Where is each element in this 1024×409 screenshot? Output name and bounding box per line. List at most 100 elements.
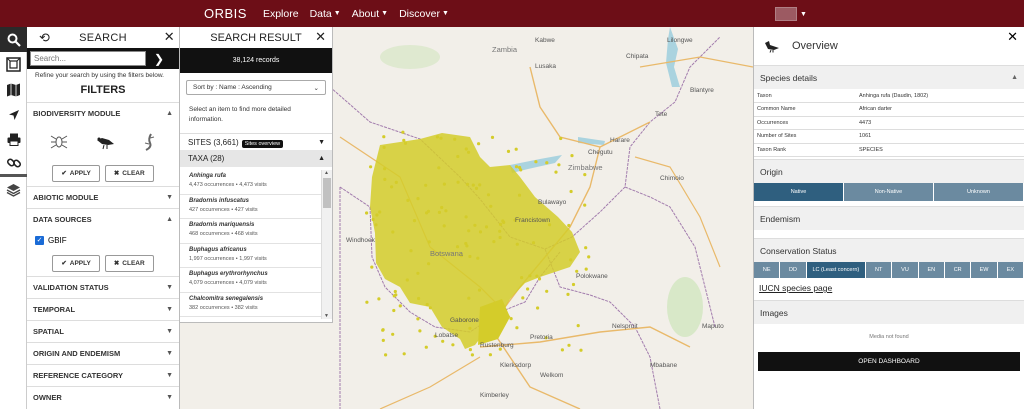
taxa-item[interactable]: Bradornis mariquensis 468 occurrences • 4… [180,219,321,244]
gbif-checkbox-row[interactable]: ✓ GBIF [27,230,179,250]
status-en[interactable]: EN [918,262,945,278]
status-ne[interactable]: NE [754,262,781,278]
sites-overview-badge[interactable]: Sites overview [241,139,284,148]
scroll-down-icon[interactable]: ▼ [324,313,329,319]
road [379,356,481,409]
section-owner[interactable]: OWNER ▼ [27,386,179,408]
apply-button[interactable]: ✔ APPLY [52,164,100,182]
map-tool-button[interactable] [0,77,27,102]
layers-icon [6,183,21,197]
layers-tool-button[interactable] [0,177,27,202]
link-tool-button[interactable] [0,152,27,177]
print-tool-button[interactable] [0,127,27,152]
map-label-polokwane: Polokwane [576,273,608,280]
chevron-down-icon: ▼ [166,394,173,401]
map-label-lobatse: Lobatse [435,332,459,339]
map-label-rustenburg: Rustenburg [480,342,514,349]
close-icon[interactable]: ✕ [1007,29,1018,45]
taxa-item[interactable]: Chalcomitra senegalensis 382 occurrences … [180,293,321,317]
search-result-panel: SEARCH RESULT ✕ 38,124 records Sort by :… [180,27,333,323]
brand-logo[interactable]: ORBIS [204,6,247,21]
insect-icon[interactable] [50,134,68,150]
user-menu[interactable]: ▼ [775,7,807,21]
taxa-item[interactable]: Buphagus africanus 1,997 occurrences • 1,… [180,244,321,268]
bird-icon[interactable] [95,134,115,150]
sites-section[interactable]: SITES (3,661) Sites overview ▼ [180,133,332,150]
occurrence-point [394,180,398,184]
status-dd[interactable]: DD [780,262,807,278]
map-label-kabwe: Kabwe [535,37,555,44]
section-label: VALIDATION STATUS [33,283,109,292]
check-icon: ✔ [61,170,67,177]
iucn-species-link[interactable]: IUCN species page [754,278,1024,298]
taxon-counts: 1,997 occurrences • 1,997 visits [189,255,267,262]
status-cr[interactable]: CR [945,262,972,278]
section-temporal[interactable]: TEMPORAL ▼ [27,298,179,320]
nav-discover[interactable]: Discover ▼ [399,8,449,20]
search-tool-button[interactable] [0,27,27,52]
taxa-item[interactable]: Buphagus erythrorhynchus 4,079 occurrence… [180,268,321,293]
occurrence-point [571,282,576,287]
close-icon[interactable]: ✕ [315,29,326,45]
species-details-section[interactable]: Species details ▲ [754,65,1024,89]
select-area-tool-button[interactable] [0,52,27,77]
apply-button[interactable]: ✔ APPLY [52,254,100,272]
occurrence-point [391,230,395,234]
origin-native[interactable]: Native [754,183,844,201]
occurrence-point [381,338,385,342]
occurrence-point [501,219,505,223]
section-abiotic-module[interactable]: ABIOTIC MODULE ▼ [27,186,179,208]
nav-explore[interactable]: Explore [263,8,299,20]
status-ex[interactable]: EX [997,262,1024,278]
origin-non-native[interactable]: Non-Native [844,183,934,201]
section-reference-category[interactable]: REFERENCE CATEGORY ▼ [27,364,179,386]
search-panel: ⟲ SEARCH ✕ ❯ Refine your search by using… [27,27,180,409]
occurrence-point [554,170,558,174]
map-label-zimbabwe: Zimbabwe [568,163,603,172]
occurrence-point [468,254,472,259]
occurrence-point [384,353,388,357]
sort-select[interactable]: Sort by : Name : Ascending ⌄ [186,80,326,95]
close-icon[interactable]: ✕ [164,29,175,45]
locate-tool-button[interactable] [0,102,27,127]
nav-data[interactable]: Data ▼ [310,8,341,20]
section-origin-endemism[interactable]: ORIGIN AND ENDEMISM ▼ [27,342,179,364]
chevron-down-icon: ▼ [166,328,173,335]
search-input[interactable] [30,51,146,66]
occurrence-point [545,161,549,165]
search-box: ❯ [27,48,179,69]
status-nt[interactable]: NT [865,262,893,278]
occurrence-point [557,163,561,167]
occurrence-point [473,223,477,227]
nav-about[interactable]: About ▼ [352,8,388,20]
section-spatial[interactable]: SPATIAL ▼ [27,320,179,342]
status-lc[interactable]: LC (Least concern) [806,262,866,278]
occurrence-point [477,288,482,292]
origin-unknown[interactable]: Unknown [934,183,1024,201]
map-label-welkom: Welkom [540,372,564,379]
reset-icon[interactable]: ⟲ [39,30,50,46]
lizard-icon[interactable] [142,133,156,151]
status-ew[interactable]: EW [971,262,998,278]
section-validation-status[interactable]: VALIDATION STATUS ▼ [27,276,179,298]
taxa-item[interactable]: Anhinga rufa 4,473 occurrences • 4,473 vi… [180,170,321,195]
section-data-sources[interactable]: DATA SOURCES ▲ [27,208,179,230]
occurrence-point [531,241,536,245]
status-vu[interactable]: VU [892,262,919,278]
occurrence-point [478,230,483,234]
scroll-up-icon[interactable]: ▲ [324,170,329,176]
detail-key: Taxon [754,89,856,103]
scrollbar-thumb[interactable] [323,178,331,208]
locate-arrow-icon [8,109,19,120]
chevron-up-icon: ▲ [166,216,173,223]
occurrence-point [403,141,408,145]
section-biodiversity-module[interactable]: BIODIVERSITY MODULE ▲ [27,102,179,124]
checkbox-checked-icon[interactable]: ✓ [35,235,44,245]
open-dashboard-button[interactable]: OPEN DASHBOARD [758,352,1020,371]
taxa-item[interactable]: Bradornis infuscatus 427 occurrences • 42… [180,195,321,219]
chevron-right-icon[interactable]: ❯ [154,52,164,66]
clear-button[interactable]: ✖ CLEAR [104,164,154,182]
clear-button[interactable]: ✖ CLEAR [104,254,154,272]
taxa-scrollbar[interactable]: ▲ ▼ [321,170,332,319]
taxa-section[interactable]: TAXA (28) ▲ [180,150,332,167]
